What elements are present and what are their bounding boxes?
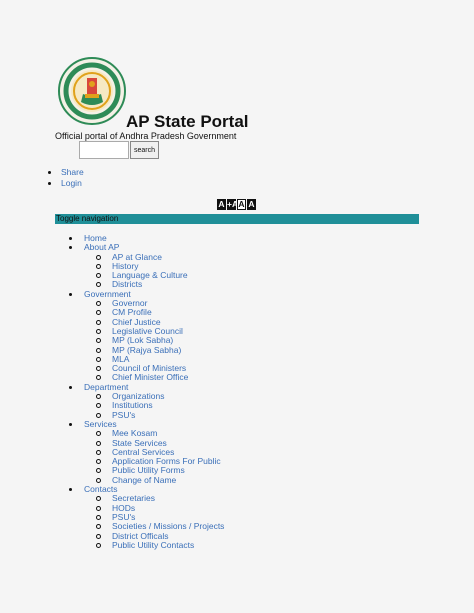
menu-item-government[interactable]: Government Governor CM Profile Chief Jus… <box>62 289 224 383</box>
submenu-item[interactable]: Language & Culture <box>84 270 224 280</box>
menu-item-department[interactable]: Department Organizations Institutions PS… <box>62 382 224 420</box>
andhra-pradesh-emblem-icon[interactable] <box>57 56 127 126</box>
menu-item-contacts[interactable]: Contacts Secretaries HODs PSU's Societie… <box>62 484 224 550</box>
search-input[interactable] <box>79 141 129 159</box>
submenu-services: Mee Kosam State Services Central Service… <box>84 428 224 485</box>
navbar-toggle-label: Toggle navigation <box>56 214 119 223</box>
submenu-government: Governor CM Profile Chief Justice Legisl… <box>84 298 224 383</box>
submenu-item[interactable]: HODs <box>84 503 224 513</box>
login-link[interactable]: Login <box>48 178 84 189</box>
menu-item-about-ap[interactable]: About AP AP at Glance History Language &… <box>62 243 224 289</box>
submenu-item[interactable]: AP at Glance <box>84 252 224 262</box>
submenu-item[interactable]: Organizations <box>84 391 224 401</box>
share-link[interactable]: Share <box>48 167 84 178</box>
site-tagline: Official portal of Andhra Pradesh Govern… <box>55 131 237 141</box>
submenu-contacts: Secretaries HODs PSU's Societies / Missi… <box>84 494 224 550</box>
submenu-about-ap: AP at Glance History Language & Culture … <box>84 252 224 290</box>
submenu-item[interactable]: Secretaries <box>84 494 224 503</box>
menu-item-services[interactable]: Services Mee Kosam State Services Centra… <box>62 419 224 485</box>
font-reset-button[interactable]: A <box>217 199 226 210</box>
top-links: Share Login <box>48 167 84 189</box>
search-button[interactable]: search <box>130 141 160 159</box>
font-increase-button[interactable]: +A <box>227 199 238 210</box>
navbar-toggle[interactable]: Toggle navigation <box>55 214 419 224</box>
submenu-item[interactable]: Institutions <box>84 401 224 410</box>
site-title: AP State Portal <box>126 112 249 131</box>
submenu-item[interactable]: MP (Rajya Sabha) <box>84 345 224 355</box>
submenu-item[interactable]: Governor <box>84 298 224 308</box>
page: AP State Portal Official portal of Andhr… <box>0 0 474 613</box>
font-contrast-button[interactable]: A <box>237 199 246 210</box>
submenu-department: Organizations Institutions PSU's <box>84 391 224 420</box>
main-menu: Home About AP AP at Glance History Langu… <box>62 233 224 550</box>
font-dark-button[interactable]: A <box>247 199 256 210</box>
submenu-item[interactable]: Public Utility Contacts <box>84 540 224 550</box>
font-size-controls: A +A A A <box>217 199 256 210</box>
search-form: search <box>79 141 160 159</box>
